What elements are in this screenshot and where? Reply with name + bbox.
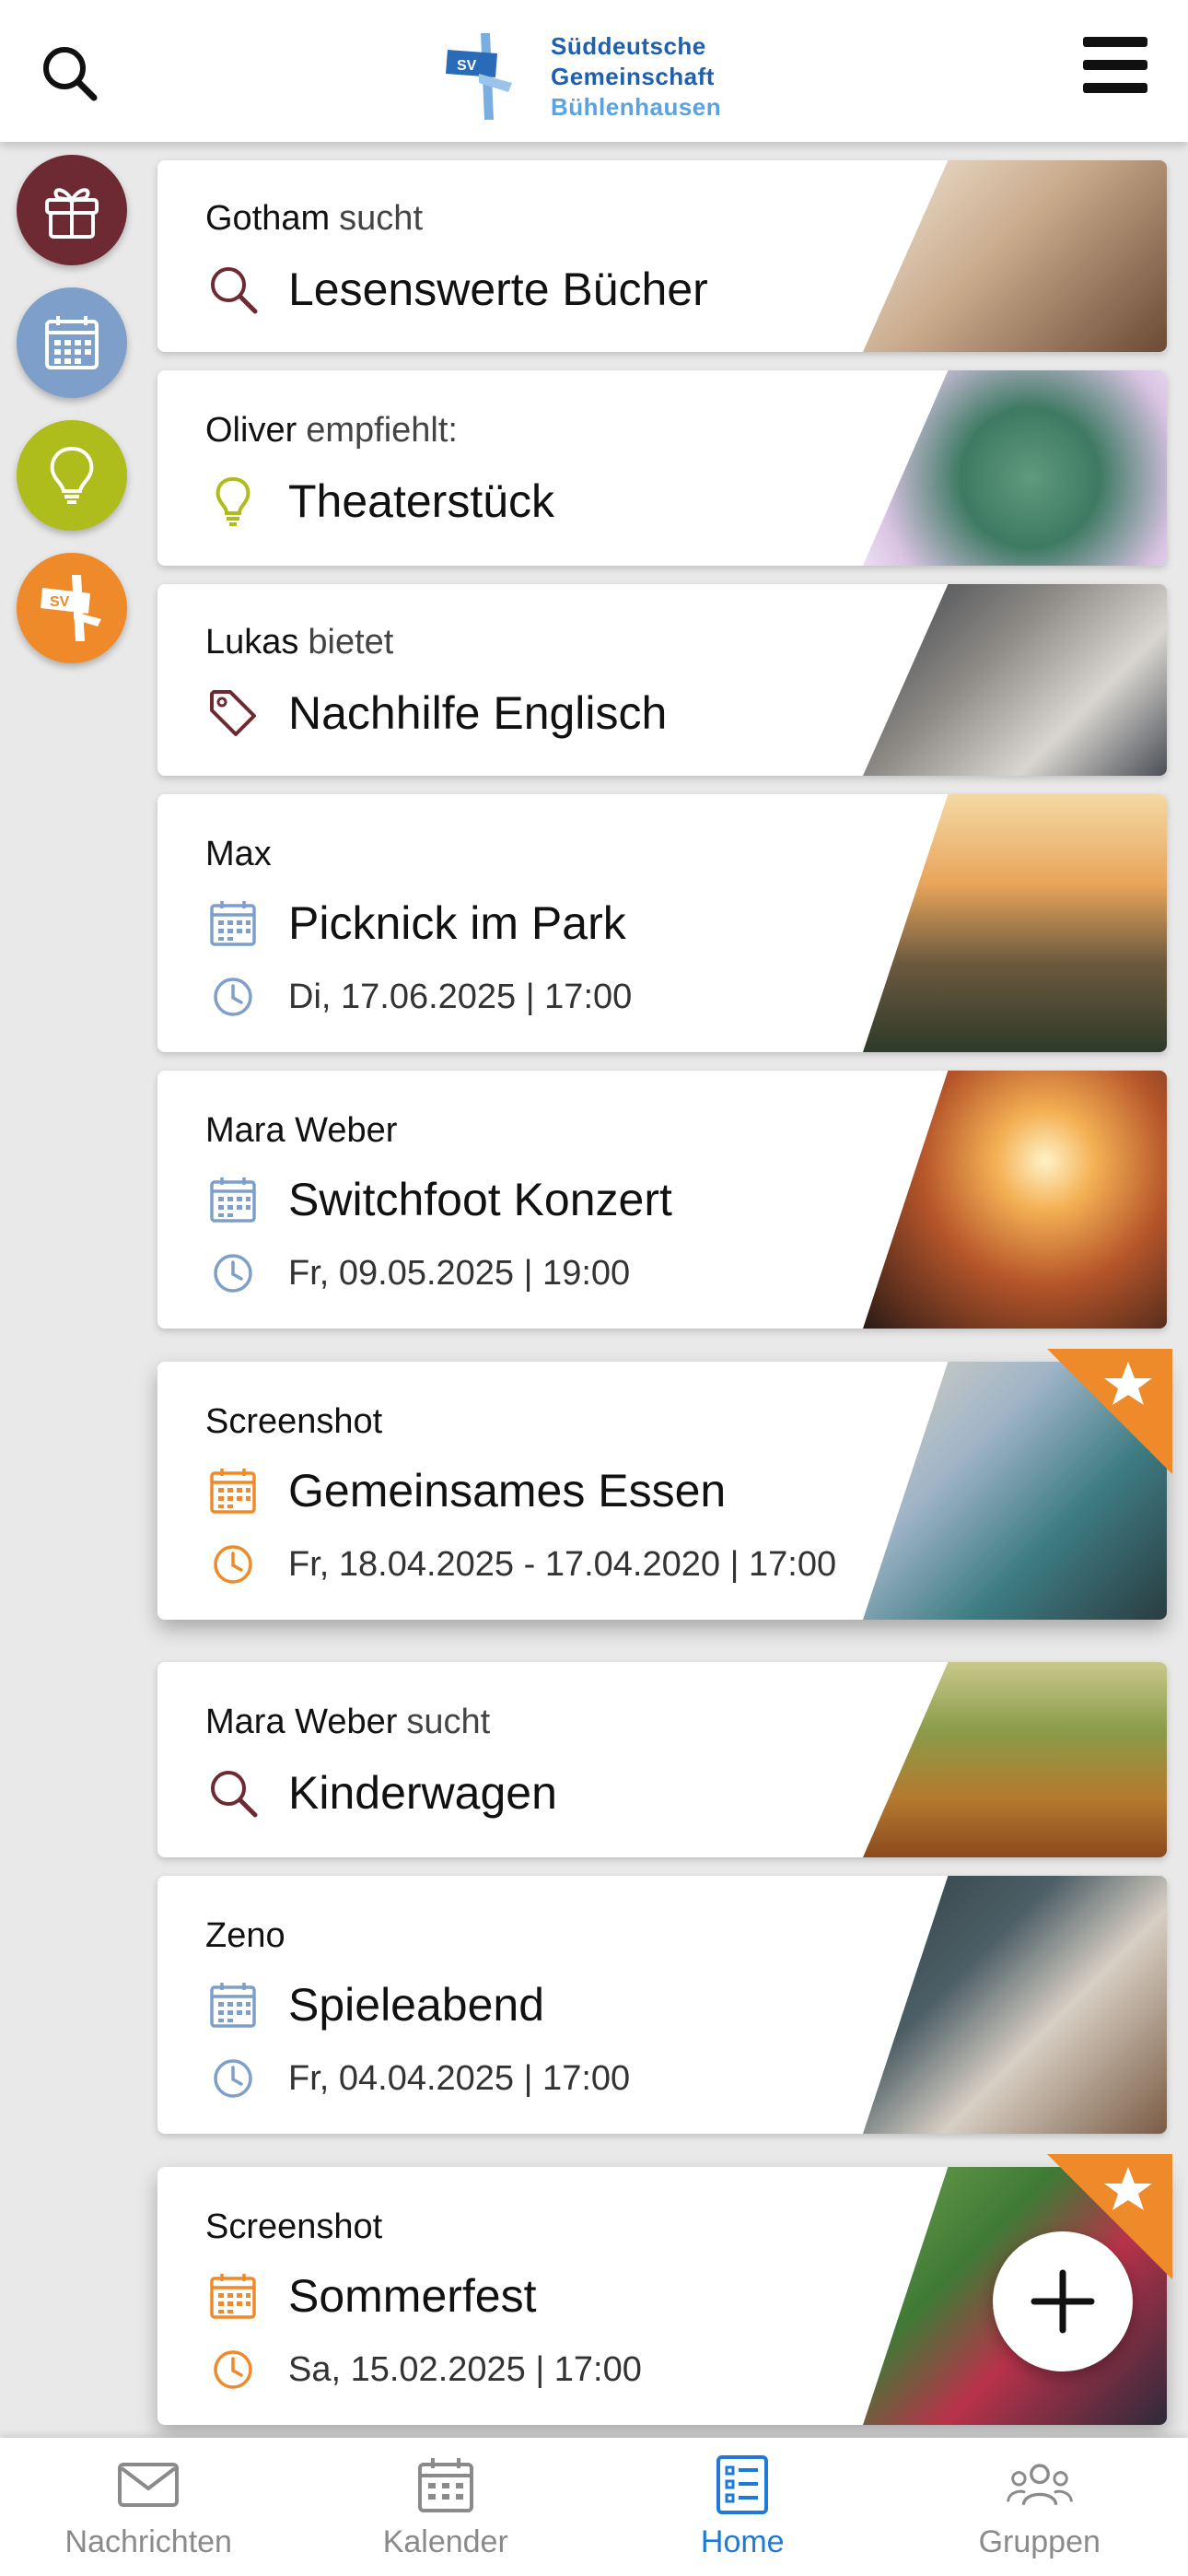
calendar-icon [210, 901, 256, 946]
nav-label: Nachrichten [64, 2524, 232, 2559]
add-post-button[interactable] [993, 2231, 1133, 2371]
svg-text:SV: SV [457, 58, 477, 74]
clock-icon [214, 2350, 252, 2389]
card-title: Theaterstück [288, 475, 555, 527]
card-title: Picknick im Park [288, 897, 626, 949]
sv-logo-mark: SV [446, 33, 512, 120]
hamburger-menu-icon [1083, 37, 1147, 47]
rail-sv-button[interactable]: SV [17, 553, 127, 663]
card-title: Sommerfest [288, 2270, 537, 2322]
tag-icon [210, 690, 256, 736]
card-image-picnic [863, 794, 1167, 1052]
search-icon [211, 1771, 258, 1818]
rail-idea-button[interactable] [17, 420, 127, 531]
feed-card-search[interactable]: Mara Weber sucht Kinderwagen [157, 1662, 1167, 1857]
card-title: Lesenswerte Bücher [288, 263, 708, 315]
lightbulb-icon [215, 476, 250, 526]
card-verb: empfiehlt: [306, 411, 458, 450]
card-date: Fr, 09.05.2025 | 19:00 [288, 1253, 631, 1293]
card-author: Gotham [205, 199, 331, 238]
search-icon [43, 47, 98, 101]
card-verb: sucht [406, 1703, 491, 1741]
feed-card-search[interactable]: Gotham sucht Lesenswerte Bücher [157, 160, 1167, 352]
clock-icon [214, 978, 252, 1016]
card-title: Kinderwagen [288, 1767, 557, 1819]
nav-label: Kalender [382, 2524, 508, 2559]
bottom-navigation: Nachrichten Kalender Home Gruppen [0, 2438, 1188, 2576]
card-author: Screenshot [205, 1402, 383, 1441]
nav-home[interactable]: Home [594, 2438, 891, 2576]
group-icon [1006, 2464, 1073, 2506]
card-date: Di, 17.06.2025 | 17:00 [288, 977, 633, 1016]
nav-calendar[interactable]: Kalender [297, 2438, 595, 2576]
calendar-icon [210, 1983, 256, 2028]
logo-text: Süddeutsche Gemeinschaft Bühlenhausen [551, 31, 721, 123]
card-title: Nachhilfe Englisch [288, 687, 668, 739]
nav-messages[interactable]: Nachrichten [0, 2438, 297, 2576]
logo-line-1: Süddeutsche [551, 32, 706, 60]
card-author: Lukas [205, 623, 299, 662]
card-image-books [863, 160, 1167, 352]
card-title: Gemeinsames Essen [288, 1465, 727, 1516]
gift-icon [45, 188, 99, 239]
card-image-concert [863, 1071, 1167, 1329]
feed-card-event[interactable]: Zeno Spieleabend Fr, 04.04.2025 | 17:00 [157, 1876, 1167, 2134]
clock-icon [214, 1254, 252, 1293]
calendar-icon [45, 316, 99, 369]
hamburger-menu-button[interactable] [1083, 37, 1151, 96]
plus-icon [1031, 2269, 1095, 2334]
card-image-tutoring [863, 584, 1167, 776]
card-date: Fr, 04.04.2025 | 17:00 [288, 2058, 631, 2098]
sv-logo-icon: SV [41, 575, 101, 641]
card-date: Sa, 15.02.2025 | 17:00 [288, 2349, 642, 2389]
nav-label: Home [700, 2524, 785, 2559]
card-title: Spieleabend [288, 1979, 545, 2031]
card-author: Screenshot [205, 2207, 383, 2246]
calendar-icon [210, 2274, 256, 2319]
feed-card-event[interactable]: Max Picknick im Park Di, 17.06.2025 | 17… [157, 794, 1167, 1052]
list-icon [716, 2455, 769, 2514]
feed-card-offer[interactable]: Lukas bietet Nachhilfe Englisch [157, 584, 1167, 776]
card-author: Max [205, 835, 272, 873]
app-header: SV Süddeutsche Gemeinschaft Bühlenhausen [0, 0, 1188, 142]
rail-gift-button[interactable] [17, 155, 127, 265]
search-button[interactable] [37, 41, 103, 107]
card-date: Fr, 18.04.2025 - 17.04.2020 | 17:00 [288, 1544, 837, 1584]
card-verb: bietet [308, 623, 394, 662]
calendar-icon [210, 1177, 256, 1223]
logo-line-2: Gemeinschaft [551, 63, 715, 90]
lightbulb-icon [50, 446, 94, 504]
featured-star-badge [1047, 1349, 1172, 1474]
card-verb: sucht [339, 199, 423, 238]
card-author: Oliver [205, 411, 297, 450]
calendar-icon [417, 2458, 473, 2512]
feed-card-featured-event[interactable]: Screenshot Gemeinsames Essen Fr, 18.04.2… [157, 1349, 1172, 1620]
nav-label: Gruppen [978, 2524, 1101, 2559]
mail-icon [118, 2463, 180, 2507]
card-author: Mara Weber [205, 1703, 398, 1741]
svg-text:SV: SV [50, 594, 70, 610]
feed-card-recommendation[interactable]: Oliver empfiehlt: Theaterstück [157, 370, 1167, 566]
logo-line-3: Bühlenhausen [551, 93, 722, 121]
community-logo[interactable]: SV Süddeutsche Gemeinschaft Bühlenhausen [442, 28, 755, 123]
card-title: Switchfoot Konzert [288, 1174, 672, 1225]
feed-card-event[interactable]: Mara Weber Switchfoot Konzert Fr, 09.05.… [157, 1071, 1167, 1329]
nav-groups[interactable]: Gruppen [891, 2438, 1188, 2576]
calendar-icon [210, 1469, 256, 1514]
search-icon [211, 267, 258, 314]
clock-icon [214, 1545, 252, 1584]
card-author: Zeno [205, 1916, 285, 1955]
clock-icon [214, 2059, 252, 2098]
card-author: Mara Weber [205, 1111, 398, 1150]
rail-calendar-button[interactable] [17, 287, 127, 398]
card-image-succulent [863, 370, 1167, 566]
card-image-game-night [863, 1876, 1167, 2134]
card-image-family-walk [863, 1662, 1167, 1857]
